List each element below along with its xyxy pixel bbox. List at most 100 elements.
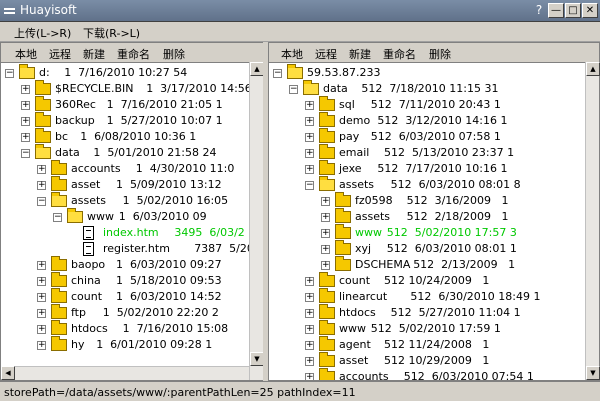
expand-icon[interactable]: + xyxy=(21,85,30,94)
expand-icon[interactable]: + xyxy=(321,245,330,254)
remote-file-tree[interactable]: −59.53.87.233− data 512 7/18/2010 11:15 31… xyxy=(269,62,585,380)
expand-icon[interactable]: + xyxy=(37,293,46,302)
file-row[interactable]: register.htm 7387 5/20/ xyxy=(1,241,249,257)
download-menu[interactable]: 下载(R->L) xyxy=(83,25,140,41)
folder-row[interactable]: + ftp 1 5/02/2010 22:20 2 xyxy=(1,304,249,321)
app-menu-icon[interactable] xyxy=(4,8,15,14)
scroll-up-icon[interactable]: ▲ xyxy=(586,62,600,76)
expand-icon[interactable]: + xyxy=(305,309,314,318)
expand-icon[interactable]: + xyxy=(305,149,314,158)
folder-row[interactable]: + sql 512 7/11/2010 20:43 1 xyxy=(269,96,585,113)
folder-row[interactable]: +360Rec 1 7/16/2010 21:05 1 xyxy=(1,96,249,113)
folder-row[interactable]: − data 1 5/01/2010 21:58 24 xyxy=(1,144,249,161)
folder-row[interactable]: + jexe 512 7/17/2010 10:16 1 xyxy=(269,160,585,177)
expand-icon[interactable]: + xyxy=(305,325,314,334)
folder-row[interactable]: + hy 1 6/01/2010 09:28 1 xyxy=(1,336,249,353)
remote-root-button[interactable]: 远程 xyxy=(315,46,337,62)
remote-vertical-scrollbar[interactable]: ▲ ▼ xyxy=(585,62,600,380)
collapse-icon[interactable]: − xyxy=(37,197,46,206)
folder-row[interactable]: − d: 1 7/16/2010 10:27 54 xyxy=(1,64,249,81)
local-file-tree[interactable]: − d: 1 7/16/2010 10:27 54 + $RECYCLE.BIN 1 3/… xyxy=(1,62,249,380)
expand-icon[interactable]: + xyxy=(21,101,30,110)
remote-root-button[interactable]: 远程 xyxy=(49,46,71,62)
title-bar[interactable]: Huayisoft ? — □ ✕ xyxy=(0,0,600,22)
expand-icon[interactable]: + xyxy=(21,133,30,142)
scroll-down-icon[interactable]: ▼ xyxy=(586,366,600,380)
folder-row[interactable]: + accounts 512 6/03/2010 07:54 1 xyxy=(269,368,585,380)
expand-icon[interactable]: + xyxy=(305,277,314,286)
folder-row[interactable]: − assets 512 6/03/2010 08:01 8 xyxy=(269,176,585,193)
new-folder-button[interactable]: 新建 xyxy=(349,46,371,62)
folder-row[interactable]: + backup 1 5/27/2010 10:07 1 xyxy=(1,112,249,129)
folder-row[interactable]: + htdocs 512 5/27/2010 11:04 1 xyxy=(269,304,585,321)
expand-icon[interactable]: + xyxy=(321,213,330,222)
folder-row[interactable]: + agent 512 11/24/2008 1 xyxy=(269,336,585,353)
local-root-button[interactable]: 本地 xyxy=(281,46,303,62)
local-vertical-scrollbar[interactable]: ▲ ▼ xyxy=(249,62,264,380)
folder-row[interactable]: + DSCHEMA 512 2/13/2009 1 xyxy=(269,256,585,273)
folder-row[interactable]: + email 512 5/13/2010 23:37 1 xyxy=(269,144,585,161)
upload-menu[interactable]: 上传(L->R) xyxy=(14,25,71,41)
expand-icon[interactable]: + xyxy=(321,229,330,238)
maximize-button[interactable]: □ xyxy=(565,3,581,18)
help-button[interactable]: ? xyxy=(533,3,545,17)
folder-row[interactable]: + accounts 1 4/30/2010 11:0 xyxy=(1,160,249,177)
expand-icon[interactable]: + xyxy=(37,165,46,174)
expand-icon[interactable]: + xyxy=(305,133,314,142)
folder-row[interactable]: + baopo 1 6/03/2010 09:27 xyxy=(1,256,249,273)
minimize-button[interactable]: — xyxy=(548,3,564,18)
folder-row[interactable]: + www 512 5/02/2010 17:57 3 xyxy=(269,224,585,241)
folder-row[interactable]: + count 512 10/24/2009 1 xyxy=(269,272,585,289)
folder-row[interactable]: + fz0598 512 3/16/2009 1 xyxy=(269,192,585,209)
delete-button[interactable]: 删除 xyxy=(163,46,185,62)
expand-icon[interactable]: + xyxy=(37,181,46,190)
close-button[interactable]: ✕ xyxy=(582,3,598,18)
folder-row[interactable]: − 59.53.87.233 xyxy=(269,64,585,81)
scroll-up-icon[interactable]: ▲ xyxy=(250,62,264,76)
collapse-icon[interactable]: − xyxy=(305,181,314,190)
folder-row[interactable]: − data 512 7/18/2010 11:15 31 xyxy=(269,80,585,97)
folder-row[interactable]: − assets 1 5/02/2010 16:05 xyxy=(1,192,249,209)
expand-icon[interactable]: + xyxy=(37,341,46,350)
folder-row[interactable]: + linearcut 512 6/30/2010 18:49 1 xyxy=(269,288,585,305)
expand-icon[interactable]: + xyxy=(305,357,314,366)
folder-row[interactable]: + pay 512 6/03/2010 07:58 1 xyxy=(269,128,585,145)
collapse-icon[interactable]: − xyxy=(289,85,298,94)
local-root-button[interactable]: 本地 xyxy=(15,46,37,62)
folder-row[interactable]: + htdocs 1 7/16/2010 15:08 xyxy=(1,320,249,337)
expand-icon[interactable]: + xyxy=(37,277,46,286)
folder-row[interactable]: + asset 512 10/29/2009 1 xyxy=(269,352,585,369)
expand-icon[interactable]: + xyxy=(305,165,314,174)
expand-icon[interactable]: + xyxy=(321,197,330,206)
folder-row[interactable]: + bc 1 6/08/2010 10:36 1 xyxy=(1,128,249,145)
folder-row[interactable]: + xyj 512 6/03/2010 08:01 1 xyxy=(269,240,585,257)
collapse-icon[interactable]: − xyxy=(5,69,14,78)
expand-icon[interactable]: + xyxy=(37,325,46,334)
folder-row[interactable]: + demo 512 3/12/2010 14:16 1 xyxy=(269,112,585,129)
rename-button[interactable]: 重命名 xyxy=(117,46,150,62)
folder-row[interactable]: + asset 1 5/09/2010 13:12 xyxy=(1,176,249,193)
delete-button[interactable]: 删除 xyxy=(429,46,451,62)
expand-icon[interactable]: + xyxy=(305,101,314,110)
scroll-left-icon[interactable]: ◀ xyxy=(1,366,15,380)
expand-icon[interactable]: + xyxy=(37,309,46,318)
folder-row[interactable]: + count 1 6/03/2010 14:52 xyxy=(1,288,249,305)
collapse-icon[interactable]: − xyxy=(273,69,282,78)
expand-icon[interactable]: + xyxy=(305,341,314,350)
expand-icon[interactable]: + xyxy=(305,373,314,380)
rename-button[interactable]: 重命名 xyxy=(383,46,416,62)
expand-icon[interactable]: + xyxy=(305,293,314,302)
folder-row[interactable]: − www 1 6/03/2010 09 xyxy=(1,208,249,225)
collapse-icon[interactable]: − xyxy=(21,149,30,158)
folder-row[interactable]: + $RECYCLE.BIN 1 3/17/2010 14:56 xyxy=(1,80,249,97)
expand-icon[interactable]: + xyxy=(321,261,330,270)
expand-icon[interactable]: + xyxy=(37,261,46,270)
folder-row[interactable]: + assets 512 2/18/2009 1 xyxy=(269,208,585,225)
expand-icon[interactable]: + xyxy=(21,117,30,126)
collapse-icon[interactable]: − xyxy=(53,213,62,222)
scroll-down-icon[interactable]: ▼ xyxy=(250,352,264,366)
expand-icon[interactable]: + xyxy=(305,117,314,126)
new-folder-button[interactable]: 新建 xyxy=(83,46,105,62)
file-row[interactable]: index.htm 3495 6/03/2 xyxy=(1,225,249,241)
folder-row[interactable]: + www 512 5/02/2010 17:59 1 xyxy=(269,320,585,337)
